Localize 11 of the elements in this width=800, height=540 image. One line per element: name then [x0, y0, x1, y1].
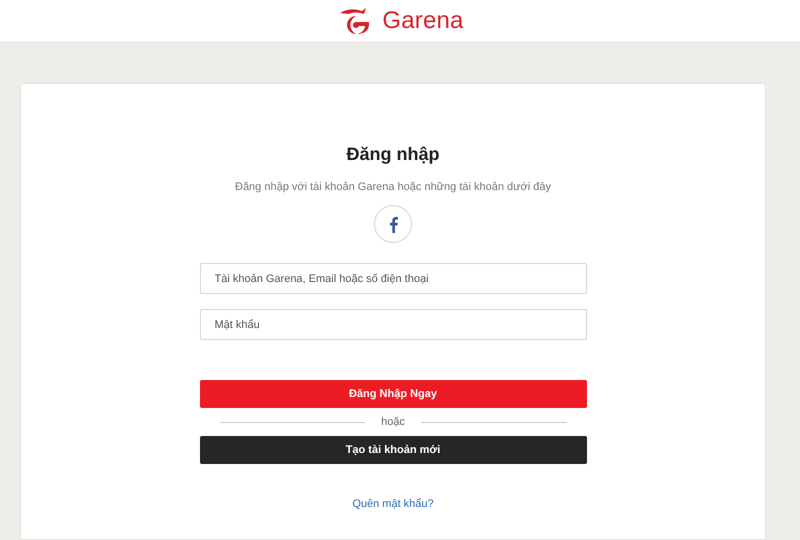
divider-label: hoặc: [381, 416, 405, 428]
brand-name: Garena: [382, 7, 464, 35]
input-field[interactable]: Tài khoản Garena, Email hoặc số điện thoại: [200, 263, 586, 294]
facebook-button[interactable]: [374, 205, 412, 243]
login-title: Đăng nhập: [346, 144, 440, 165]
login-subtitle: Đăng nhập với tài khoản Garena hoặc những tài khoản dưới đây: [235, 181, 551, 193]
facebook-icon: [388, 216, 398, 232]
input-field[interactable]: Mật khẩu: [200, 309, 586, 340]
forgot-password-link[interactable]: Quên mật khẩu?: [352, 498, 434, 510]
register-button[interactable]: Tạo tài khoản mới: [200, 436, 586, 464]
login-button[interactable]: Đăng Nhập Ngay: [200, 380, 586, 408]
